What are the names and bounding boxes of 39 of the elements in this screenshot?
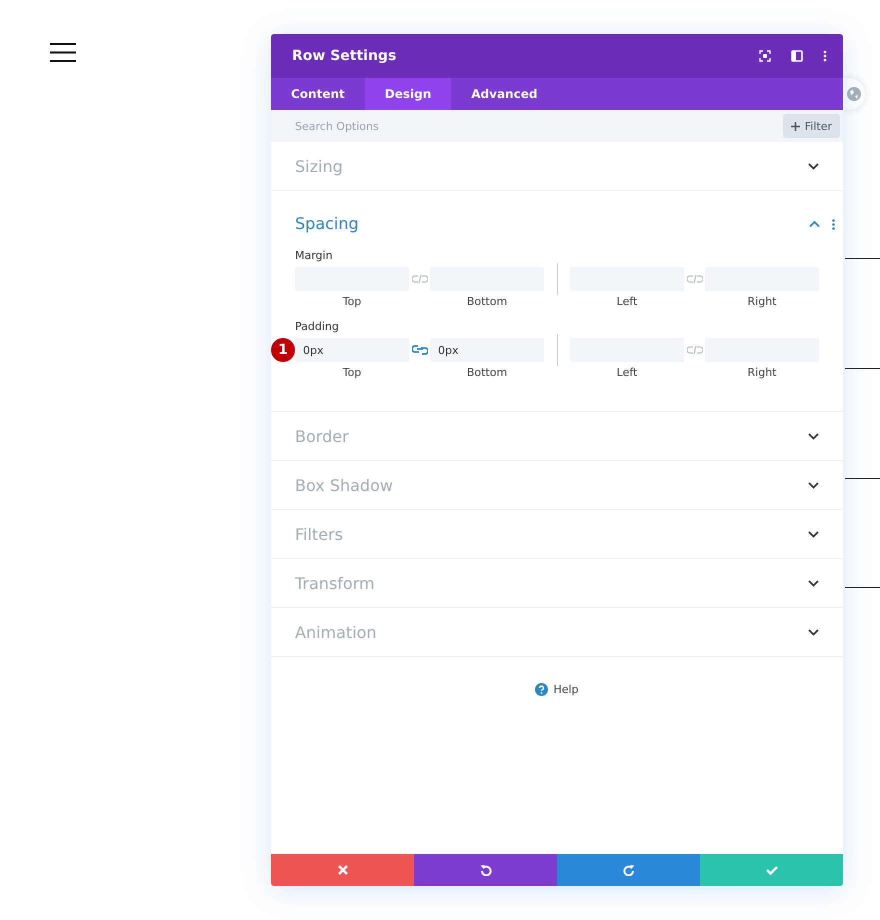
input-field[interactable]: 0px (295, 338, 409, 362)
field-caption: Left (616, 295, 638, 308)
window-title: Row Settings (292, 48, 398, 64)
expand-icon[interactable] (808, 628, 819, 636)
plus-icon (790, 122, 800, 130)
menu-icon[interactable] (50, 43, 76, 62)
field-label: Margin (295, 249, 334, 262)
field-label: Padding (295, 320, 340, 333)
field-caption: Right (748, 366, 776, 379)
tab[interactable]: Advanced (451, 78, 558, 110)
close-icon (336, 864, 348, 876)
section-title[interactable]: Spacing (295, 207, 809, 241)
more-options-icon[interactable] (823, 50, 827, 62)
more-options-icon[interactable] (832, 218, 835, 230)
help-link[interactable]: Help (553, 683, 579, 696)
fullscreen-icon[interactable] (759, 50, 771, 62)
expand-icon[interactable] (808, 432, 819, 440)
field-caption: Left (616, 366, 638, 379)
undo-icon (480, 864, 492, 876)
sidebar-icon[interactable] (791, 50, 803, 62)
globe-icon[interactable] (843, 78, 865, 110)
collapse-icon[interactable] (809, 220, 820, 228)
field-caption: Bottom (466, 366, 508, 379)
expand-icon[interactable] (808, 580, 819, 586)
field-caption: Bottom (466, 295, 508, 308)
help-icon[interactable] (535, 683, 548, 696)
field-caption: Top (342, 366, 362, 379)
expand-icon[interactable] (808, 482, 819, 488)
tab[interactable]: Content (271, 78, 365, 110)
field-caption: Right (748, 295, 776, 308)
expand-icon[interactable] (808, 162, 819, 170)
step-badge: 1 (271, 338, 295, 362)
filter-button[interactable]: Filter (782, 114, 840, 138)
input-field[interactable]: 0px (430, 338, 544, 362)
field-caption: Top (342, 295, 362, 308)
redo-icon (622, 864, 634, 876)
expand-icon[interactable] (808, 530, 819, 538)
tab[interactable]: Design (364, 78, 452, 110)
check-icon (766, 864, 778, 876)
